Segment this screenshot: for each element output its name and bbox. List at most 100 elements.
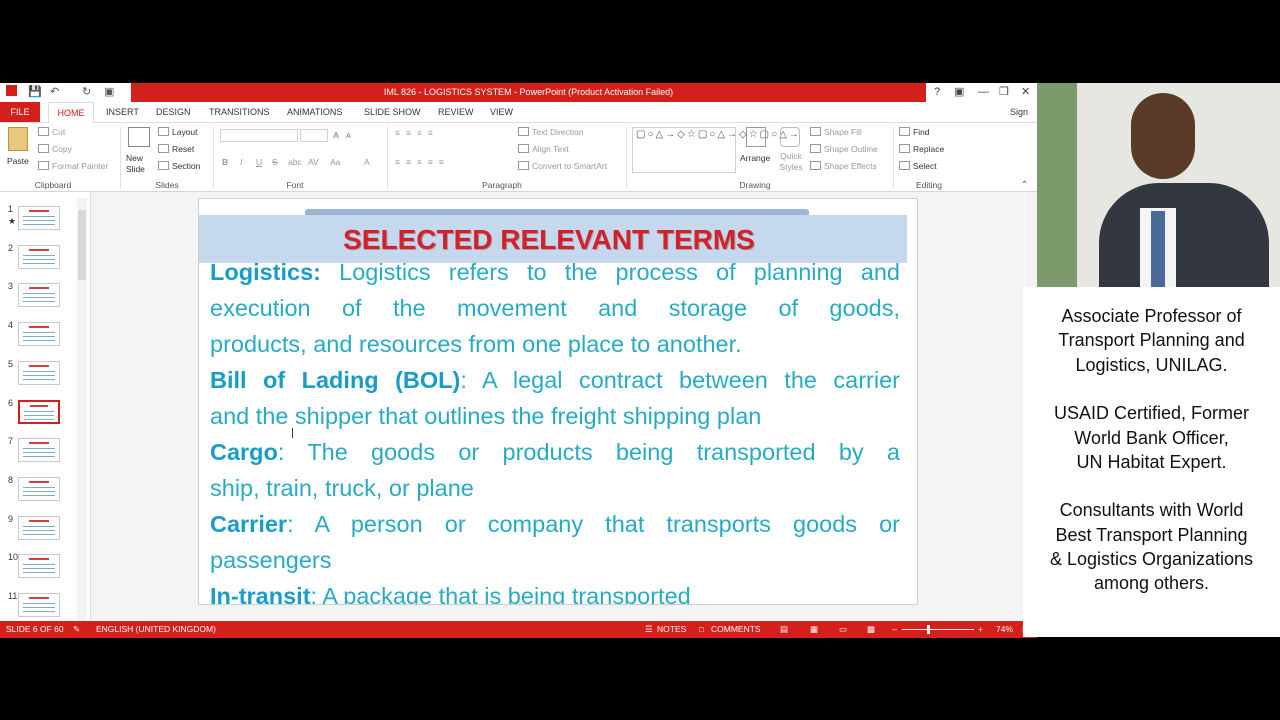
- shape-fill-button[interactable]: Shape Fill: [824, 127, 862, 137]
- text-direction-button[interactable]: Text Direction: [532, 127, 584, 137]
- tab-view[interactable]: VIEW: [490, 102, 513, 122]
- start-from-beginning-icon[interactable]: ▣: [104, 85, 114, 99]
- comments-button[interactable]: COMMENTS: [711, 621, 761, 638]
- alignment-buttons-icon[interactable]: ≡≡≡≡≡: [395, 157, 450, 168]
- arrange-button[interactable]: Arrange: [740, 153, 770, 164]
- slide-thumbnail[interactable]: [18, 283, 60, 308]
- font-color-button[interactable]: A: [364, 157, 370, 168]
- tab-home[interactable]: HOME: [48, 102, 94, 123]
- paste-icon[interactable]: [8, 127, 28, 151]
- save-icon[interactable]: 💾: [28, 85, 42, 99]
- slide-thumbnail[interactable]: [18, 438, 60, 463]
- slide-show-icon[interactable]: ▩: [867, 621, 875, 638]
- zoom-slider-thumb[interactable]: [926, 625, 930, 634]
- text-cursor-icon: [292, 428, 295, 438]
- tab-animations[interactable]: ANIMATIONS: [287, 102, 342, 122]
- zoom-level[interactable]: 74%: [996, 621, 1013, 638]
- thumbnail-number: 9: [8, 513, 14, 524]
- shape-outline-button[interactable]: Shape Outline: [824, 144, 878, 154]
- paste-button[interactable]: Paste: [7, 156, 29, 167]
- ribbon-divider: [626, 127, 627, 189]
- language-indicator[interactable]: ENGLISH (UNITED KINGDOM): [96, 621, 216, 638]
- align-text-button[interactable]: Align Text: [532, 144, 569, 154]
- slide-canvas[interactable]: SELECTED RELEVANT TERMS Logistics: Logis…: [198, 198, 918, 605]
- slide-thumbnail[interactable]: [18, 515, 60, 540]
- cut-button[interactable]: Cut: [52, 127, 65, 137]
- term-entry: In-transit: A package that is being tran…: [210, 578, 900, 604]
- presenter-info-line: Consultants with World: [1059, 500, 1244, 521]
- slide-sorter-icon[interactable]: ▦: [810, 621, 818, 638]
- shadow-button[interactable]: abc: [288, 157, 302, 168]
- copy-button[interactable]: Copy: [52, 144, 72, 154]
- select-button[interactable]: Select: [913, 161, 937, 171]
- tab-file[interactable]: FILE: [0, 102, 40, 122]
- term-name: Carrier: [210, 511, 288, 537]
- bold-button[interactable]: B: [222, 157, 228, 168]
- zoom-slider[interactable]: [902, 629, 974, 630]
- tab-insert[interactable]: INSERT: [106, 102, 139, 122]
- slide-body-text[interactable]: Logistics: Logistics refers to the proce…: [210, 254, 900, 604]
- convert-to-smartart-button[interactable]: Convert to SmartArt: [532, 161, 607, 171]
- slide-thumbnail[interactable]: [18, 476, 60, 501]
- slide-thumbnail[interactable]: [18, 206, 60, 230]
- quick-styles-button[interactable]: Quick Styles: [776, 151, 806, 173]
- shapes-gallery[interactable]: ▢○△→◇☆▢○△→◇☆▢○△→: [632, 127, 799, 173]
- italic-button[interactable]: I: [240, 157, 242, 168]
- format-painter-button[interactable]: Format Painter: [52, 161, 108, 171]
- redo-icon[interactable]: ↻: [82, 85, 91, 99]
- sign-in-link[interactable]: Sign in: [1010, 102, 1037, 137]
- font-size-box[interactable]: [300, 129, 328, 142]
- strikethrough-button[interactable]: S: [272, 157, 278, 168]
- tab-transitions[interactable]: TRANSITIONS: [209, 102, 270, 122]
- underline-button[interactable]: U: [256, 157, 262, 168]
- notes-button[interactable]: NOTES: [657, 621, 686, 638]
- background-plant: [1037, 83, 1077, 287]
- replace-button[interactable]: Replace: [913, 144, 944, 154]
- thumbnails-scrollbar[interactable]: [77, 198, 87, 620]
- grow-font-button[interactable]: A: [333, 130, 339, 141]
- presenter-info-line: & Logistics Organizations: [1049, 549, 1254, 569]
- slide-thumbnail[interactable]: [18, 554, 60, 579]
- change-case-button[interactable]: Aa: [330, 157, 340, 168]
- new-slide-icon[interactable]: [128, 127, 150, 147]
- close-button[interactable]: ✕: [1021, 84, 1030, 100]
- slide-thumbnail[interactable]: [18, 399, 60, 424]
- slide-thumbnail[interactable]: [18, 593, 60, 617]
- zoom-in-icon[interactable]: +: [978, 621, 983, 638]
- restore-button[interactable]: ❐: [999, 84, 1009, 100]
- reset-button[interactable]: Reset: [172, 144, 194, 154]
- new-slide-button[interactable]: New Slide: [126, 153, 160, 175]
- shrink-font-button[interactable]: A: [346, 131, 351, 142]
- zoom-out-icon[interactable]: –: [892, 621, 897, 638]
- slide-thumbnail[interactable]: [18, 322, 60, 347]
- ribbon-display-options-icon[interactable]: ▣: [954, 84, 964, 100]
- presenter-info-line: USAID Certified, Former: [1053, 403, 1250, 424]
- find-button[interactable]: Find: [913, 127, 930, 137]
- thumbnail-number: 11: [8, 591, 18, 601]
- tab-slide-show[interactable]: SLIDE SHOW: [364, 102, 421, 122]
- slide-counter: SLIDE 6 OF 60: [6, 624, 64, 634]
- reading-view-icon[interactable]: ▭: [839, 621, 847, 638]
- slides-group-label: Slides: [155, 180, 179, 190]
- slide-thumbnail[interactable]: [18, 244, 60, 269]
- tab-design[interactable]: DESIGN: [156, 102, 191, 122]
- help-button[interactable]: ?: [934, 84, 940, 100]
- arrange-icon[interactable]: [746, 127, 766, 147]
- shape-effects-button[interactable]: Shape Effects: [824, 161, 877, 171]
- notes-icon: ☰: [645, 624, 653, 634]
- thumbnails-scroll-thumb[interactable]: [78, 210, 86, 280]
- tab-review[interactable]: REVIEW: [438, 102, 474, 122]
- undo-icon[interactable]: ↶: [50, 85, 59, 99]
- spelling-icon[interactable]: ✎: [73, 621, 80, 638]
- slide-thumbnail[interactable]: [18, 360, 60, 385]
- term-name: Cargo: [210, 439, 278, 465]
- section-button[interactable]: Section: [172, 161, 200, 171]
- list-buttons-icon[interactable]: ≡≡≡≡: [395, 128, 439, 139]
- minimize-button[interactable]: —: [978, 84, 989, 100]
- collapse-ribbon-icon[interactable]: ⌃: [1021, 179, 1028, 190]
- font-name-box[interactable]: [220, 129, 298, 142]
- character-spacing-button[interactable]: AV: [308, 157, 319, 168]
- normal-view-icon[interactable]: ▤: [780, 621, 788, 638]
- layout-button[interactable]: Layout: [172, 127, 198, 137]
- quick-styles-icon[interactable]: [780, 127, 800, 147]
